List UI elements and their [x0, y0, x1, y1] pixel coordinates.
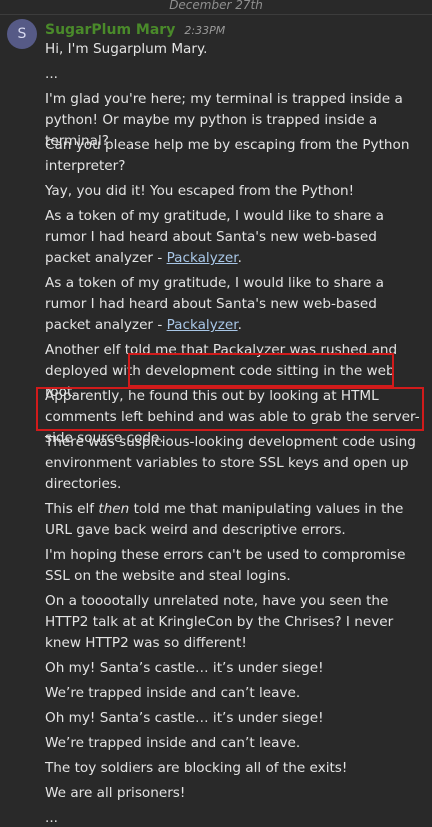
- date-divider-label: December 27th: [169, 0, 263, 12]
- message: Can you please help me by escaping from …: [45, 137, 410, 174]
- packalyzer-link[interactable]: Packalyzer: [167, 317, 238, 333]
- message-text: This elf: [45, 501, 99, 517]
- avatar[interactable]: S: [7, 19, 37, 49]
- message: The toy soldiers are blocking all of the…: [45, 760, 348, 776]
- message: Hi, I'm Sugarplum Mary.: [45, 41, 208, 57]
- message: There was suspicious-looking development…: [45, 434, 416, 492]
- message: Yay, you did it! You escaped from the Py…: [45, 183, 355, 199]
- message: Oh my! Santa’s castle… it’s under siege!: [45, 710, 324, 726]
- message: As a token of my gratitude, I would like…: [45, 206, 422, 269]
- message: We’re trapped inside and can’t leave.: [45, 685, 301, 701]
- message-text: .: [237, 317, 242, 333]
- message: We are all prisoners!: [45, 785, 186, 801]
- post-header: SugarPlum Mary 2:33PM: [45, 19, 225, 39]
- message: This elf then told me that manipulating …: [45, 499, 422, 541]
- post-timestamp[interactable]: 2:33PM: [184, 24, 225, 37]
- message: As a token of my gratitude, I would like…: [45, 273, 422, 336]
- message: ...: [45, 810, 58, 826]
- message-emphasis: then: [98, 501, 130, 517]
- message: We’re trapped inside and can’t leave.: [45, 735, 301, 751]
- chat-view: December 27th S SugarPlum Mary 2:33PM Hi…: [0, 0, 432, 827]
- packalyzer-link[interactable]: Packalyzer: [167, 250, 238, 266]
- message: Oh my! Santa’s castle… it’s under siege!: [45, 660, 324, 676]
- message-text: .: [237, 250, 242, 266]
- message: ...: [45, 66, 58, 82]
- date-divider: December 27th: [0, 0, 432, 15]
- author-name[interactable]: SugarPlum Mary: [45, 22, 175, 38]
- message: On a tooootally unrelated note, have you…: [45, 593, 394, 651]
- message: I'm hoping these errors can't be used to…: [45, 547, 406, 584]
